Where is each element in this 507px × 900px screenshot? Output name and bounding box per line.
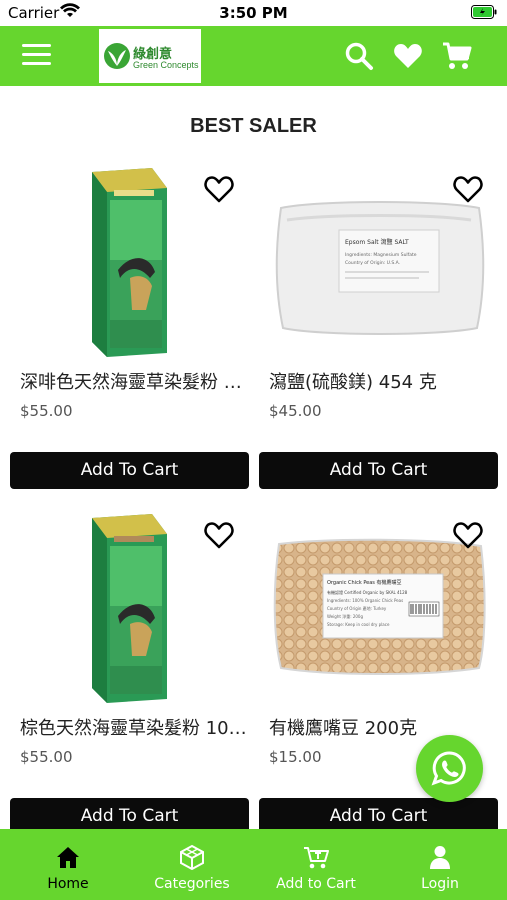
nav-login[interactable]: Login xyxy=(377,829,503,900)
salt-label-line: Country of Origin: U.S.A. xyxy=(345,260,400,266)
product-price: $55.00 xyxy=(20,748,73,766)
product-price: $55.00 xyxy=(20,402,73,420)
search-icon[interactable] xyxy=(343,40,375,72)
product-name[interactable]: 深啡色天然海靈草染髮粉 100克 xyxy=(20,368,248,394)
heart-icon[interactable] xyxy=(392,40,424,72)
nav-label: Login xyxy=(421,876,459,892)
salt-label-title: Epsom Salt 瀉鹽 SALT xyxy=(345,238,409,246)
product-name[interactable]: 有機鷹嘴豆 200克 xyxy=(269,714,497,740)
app-header: 綠創意 Green Concepts xyxy=(0,26,507,86)
cart-icon[interactable] xyxy=(441,40,473,72)
logo-english-text: Green Concepts xyxy=(133,60,199,70)
favorite-heart-icon[interactable] xyxy=(452,520,484,550)
nav-home[interactable]: Home xyxy=(5,829,131,900)
categories-icon xyxy=(180,844,204,870)
whatsapp-button[interactable] xyxy=(416,735,483,802)
status-time: 3:50 PM xyxy=(219,4,288,22)
status-bar: Carrier 3:50 PM xyxy=(0,0,507,26)
nav-categories[interactable]: Categories xyxy=(129,829,255,900)
chickpea-label-line: Country of Origin 產地: Turkey xyxy=(327,605,387,611)
product-price: $15.00 xyxy=(269,748,322,766)
product-price: $45.00 xyxy=(269,402,322,420)
product-name[interactable]: 棕色天然海靈草染髮粉 100克 xyxy=(20,714,248,740)
chickpea-label-line: 有機認證 Certified Organic by SKAL 4128 xyxy=(327,589,408,595)
chickpea-label-line: Weight 淨重: 200g xyxy=(327,613,363,619)
battery-icon xyxy=(471,5,497,23)
salt-label-line: Ingredients: Magnesium Sulfate xyxy=(345,252,417,258)
nav-add-to-cart[interactable]: Add to Cart xyxy=(253,829,379,900)
nav-label: Add to Cart xyxy=(276,876,356,892)
nav-label: Home xyxy=(47,876,89,892)
whatsapp-icon xyxy=(431,751,466,786)
chickpea-label-line: Ingredients: 100% Organic Chick Peas xyxy=(327,598,403,603)
favorite-heart-icon[interactable] xyxy=(203,520,235,550)
bottom-navigation: Home Categories Add to Cart Login xyxy=(0,829,507,900)
favorite-heart-icon[interactable] xyxy=(203,174,235,204)
section-title: BEST SALER xyxy=(190,115,317,137)
chickpea-label-line: Storage: Keep in cool dry place xyxy=(327,622,390,627)
nav-label: Categories xyxy=(154,876,230,892)
menu-icon[interactable] xyxy=(22,44,52,68)
home-icon xyxy=(57,847,79,868)
leaf-logo-icon xyxy=(104,43,130,69)
favorite-heart-icon[interactable] xyxy=(452,174,484,204)
chickpea-label-title: Organic Chick Peas 有機鷹嘴豆 xyxy=(327,579,402,586)
add-to-cart-button[interactable]: Add To Cart xyxy=(10,452,249,489)
user-icon xyxy=(430,846,450,869)
product-name[interactable]: 瀉鹽(硫酸鎂) 454 克 xyxy=(269,368,497,394)
add-to-cart-button[interactable]: Add To Cart xyxy=(259,452,498,489)
add-to-cart-icon xyxy=(304,847,329,869)
brand-logo[interactable]: 綠創意 Green Concepts xyxy=(99,29,201,83)
